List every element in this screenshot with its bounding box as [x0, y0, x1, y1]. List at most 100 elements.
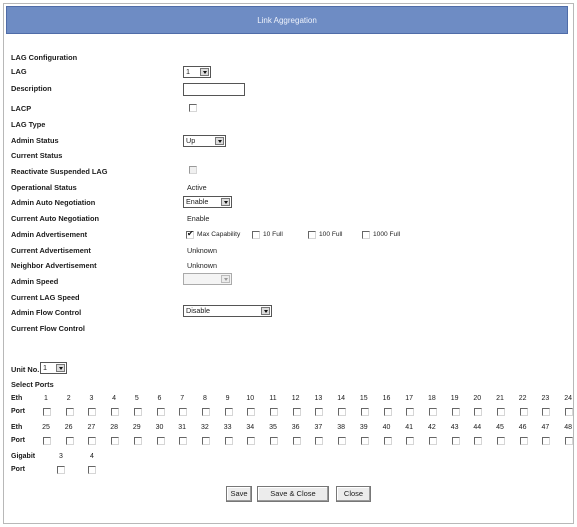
port-checkbox[interactable]	[565, 408, 574, 416]
port-checkbox[interactable]	[315, 437, 324, 445]
port-checkbox[interactable]	[360, 437, 369, 445]
neighbor-advertisement-value: Unknown	[187, 261, 217, 270]
gigabit-port-checkbox[interactable]	[57, 466, 65, 474]
port-checkbox[interactable]	[156, 408, 165, 416]
port-checkbox[interactable]	[247, 408, 256, 416]
port-checkbox[interactable]	[428, 437, 437, 445]
port-checkbox[interactable]	[338, 408, 347, 416]
port-checkbox[interactable]	[270, 437, 278, 445]
port-checkbox[interactable]	[474, 408, 483, 416]
port-checkbox[interactable]	[360, 408, 369, 416]
port-checkbox[interactable]	[43, 437, 51, 445]
port-checkbox[interactable]	[542, 437, 551, 445]
port-number: 10	[246, 395, 255, 402]
port-checkbox[interactable]	[474, 437, 483, 445]
port-checkbox[interactable]	[133, 437, 142, 445]
port-checkbox[interactable]	[292, 408, 301, 416]
field-label: Admin Speed	[11, 277, 59, 286]
port-checkbox[interactable]	[111, 437, 120, 445]
current-advertisement-value: Unknown	[187, 246, 217, 255]
port-checkbox[interactable]	[338, 437, 347, 445]
page-title: Link Aggregation	[257, 15, 317, 25]
port-checkbox[interactable]	[43, 408, 51, 416]
port-number: 26	[64, 424, 73, 431]
advertisement-checkbox[interactable]	[252, 231, 260, 239]
port-checkbox[interactable]	[383, 437, 392, 445]
port-number: 5	[134, 395, 139, 402]
port-number: 41	[405, 424, 414, 431]
description-input[interactable]	[183, 83, 245, 96]
unit-no-select[interactable]: 1	[40, 362, 67, 374]
port-number: 48	[564, 424, 572, 431]
port-number: 27	[87, 424, 96, 431]
port-checkbox[interactable]	[247, 437, 256, 445]
port-checkbox[interactable]	[315, 408, 324, 416]
chevron-down-icon	[215, 137, 224, 145]
port-checkbox[interactable]	[270, 408, 278, 416]
save-button[interactable]: Save	[226, 486, 252, 502]
port-checkbox[interactable]	[88, 437, 97, 445]
port-checkbox[interactable]	[519, 437, 528, 445]
port-checkbox[interactable]	[65, 437, 74, 445]
port-checkbox[interactable]	[565, 437, 574, 445]
port-number: 8	[202, 395, 207, 402]
port-checkbox[interactable]	[406, 437, 415, 445]
port-checkbox[interactable]	[133, 408, 142, 416]
port-checkbox[interactable]	[383, 408, 392, 416]
port-checkbox[interactable]	[201, 437, 210, 445]
port-checkbox[interactable]	[519, 408, 528, 416]
port-number: 21	[496, 395, 504, 402]
field-label: Neighbor Advertisement	[11, 261, 97, 270]
admin-status-value: Up	[186, 136, 196, 145]
field-label: Reactivate Suspended LAG	[11, 167, 108, 176]
port-number: 32	[200, 424, 209, 431]
advertisement-checkbox[interactable]	[186, 229, 194, 239]
port-checkbox[interactable]	[111, 408, 120, 416]
advertisement-checkbox[interactable]	[308, 231, 316, 239]
admin-speed-select[interactable]	[183, 273, 232, 285]
close-button[interactable]: Close	[336, 486, 371, 502]
chevron-down-icon	[221, 275, 230, 283]
port-checkbox[interactable]	[497, 408, 505, 416]
port-checkbox[interactable]	[179, 408, 188, 416]
port-number: 14	[337, 395, 345, 402]
port-number: 44	[473, 424, 482, 431]
field-label: Current Advertisement	[11, 246, 91, 255]
save-close-button[interactable]: Save & Close	[257, 486, 329, 502]
port-checkbox[interactable]	[179, 437, 188, 445]
port-checkbox[interactable]	[224, 408, 233, 416]
port-checkbox[interactable]	[406, 408, 415, 416]
gigabit-port-checkbox[interactable]	[88, 466, 96, 474]
lacp-checkbox[interactable]	[189, 104, 197, 112]
port-number: 30	[155, 424, 164, 431]
port-number: 17	[405, 395, 414, 402]
field-label: Admin Auto Negotiation	[11, 198, 96, 207]
advertisement-option-label: 10 Full	[263, 231, 283, 238]
admin-status-select[interactable]: Up	[183, 135, 226, 147]
field-label: LAG	[11, 67, 27, 76]
lag-select[interactable]: 1	[183, 66, 211, 78]
port-checkbox[interactable]	[88, 408, 97, 416]
admin-flow-control-select[interactable]: Disable	[183, 305, 272, 317]
advertisement-checkbox[interactable]	[362, 231, 370, 239]
port-checkbox[interactable]	[224, 437, 233, 445]
port-number: 37	[314, 424, 323, 431]
port-checkbox[interactable]	[497, 437, 505, 445]
port-number: 29	[132, 424, 141, 431]
port-checkbox[interactable]	[292, 437, 301, 445]
port-checkbox[interactable]	[201, 408, 210, 416]
port-checkbox[interactable]	[451, 437, 460, 445]
chevron-down-icon	[56, 364, 65, 372]
port-checkbox[interactable]	[451, 408, 460, 416]
reactivate-suspended-checkbox[interactable]	[189, 166, 197, 174]
port-checkbox[interactable]	[542, 408, 551, 416]
unit-no-label: Unit No.	[11, 365, 40, 374]
port-checkbox[interactable]	[428, 408, 437, 416]
current-auto-negotiation-value: Enable	[187, 214, 210, 223]
port-checkbox[interactable]	[156, 437, 165, 445]
field-label: LACP	[11, 104, 32, 113]
admin-flow-control-value: Disable	[186, 306, 210, 315]
port-checkbox[interactable]	[65, 408, 74, 416]
admin-auto-negotiation-select[interactable]: Enable	[183, 196, 232, 208]
port-number: 18	[427, 395, 436, 402]
